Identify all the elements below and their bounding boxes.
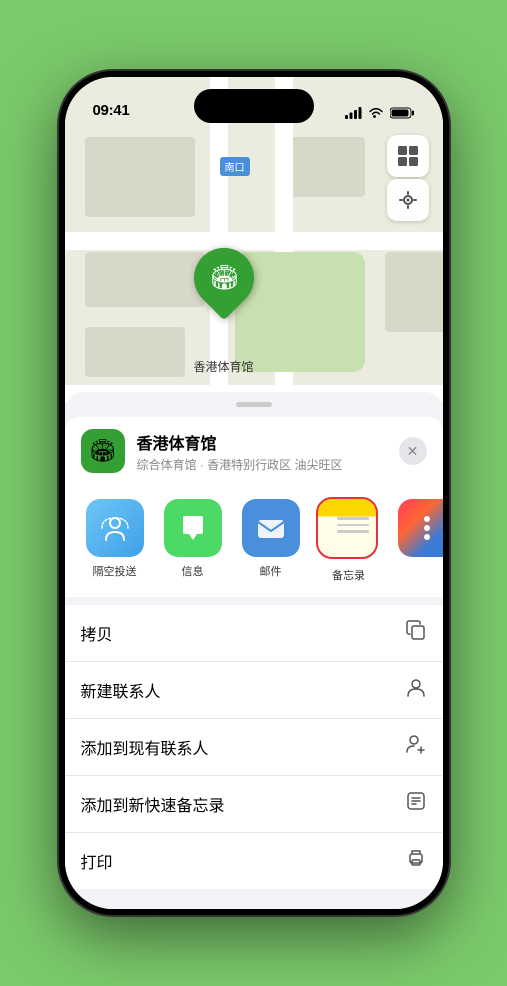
venue-icon: 🏟 bbox=[81, 429, 125, 473]
quick-note-label: 添加到新快速备忘录 bbox=[81, 792, 225, 816]
share-row: 隔空投送 信息 bbox=[65, 485, 443, 597]
quick-note-icon bbox=[405, 790, 427, 818]
mail-label: 邮件 bbox=[260, 563, 282, 579]
phone-frame: 09:41 bbox=[59, 71, 449, 915]
status-icons bbox=[345, 107, 415, 119]
map-controls bbox=[387, 135, 429, 221]
share-mail[interactable]: 邮件 bbox=[237, 499, 305, 583]
notes-label: 备忘录 bbox=[332, 567, 365, 583]
airdrop-icon bbox=[86, 499, 144, 557]
venue-info-row: 🏟 香港体育馆 综合体育馆 · 香港特别行政区 油尖旺区 ✕ bbox=[65, 417, 443, 485]
action-quick-note[interactable]: 添加到新快速备忘录 bbox=[65, 776, 443, 833]
add-contact-label: 添加到现有联系人 bbox=[81, 735, 209, 759]
more-icon bbox=[398, 499, 443, 557]
action-copy[interactable]: 拷贝 bbox=[65, 605, 443, 662]
status-time: 09:41 bbox=[93, 102, 130, 119]
share-airdrop[interactable]: 隔空投送 bbox=[81, 499, 149, 583]
add-contact-icon bbox=[405, 733, 427, 761]
airdrop-label: 隔空投送 bbox=[93, 563, 137, 579]
new-contact-icon bbox=[405, 676, 427, 704]
map-view-toggle[interactable] bbox=[387, 135, 429, 177]
print-icon bbox=[405, 847, 427, 875]
copy-label: 拷贝 bbox=[81, 621, 113, 645]
action-print[interactable]: 打印 bbox=[65, 833, 443, 889]
sheet-handle bbox=[236, 402, 272, 407]
pin-label: 香港体育馆 bbox=[194, 358, 254, 375]
copy-icon bbox=[405, 619, 427, 647]
wifi-icon bbox=[368, 107, 384, 119]
share-more[interactable] bbox=[393, 499, 443, 583]
action-new-contact[interactable]: 新建联系人 bbox=[65, 662, 443, 719]
new-contact-label: 新建联系人 bbox=[81, 678, 161, 702]
share-messages[interactable]: 信息 bbox=[159, 499, 227, 583]
share-notes[interactable]: 备忘录 bbox=[315, 499, 383, 583]
venue-name: 香港体育馆 bbox=[137, 430, 399, 454]
bottom-sheet: 🏟 香港体育馆 综合体育馆 · 香港特别行政区 油尖旺区 ✕ bbox=[65, 392, 443, 909]
venue-pin: 🏟 香港体育馆 bbox=[194, 262, 254, 375]
map-label: 南口 bbox=[220, 157, 250, 176]
venue-text: 香港体育馆 综合体育馆 · 香港特别行政区 油尖旺区 bbox=[137, 430, 399, 473]
action-list: 拷贝 新建联系人 bbox=[65, 605, 443, 889]
phone-screen: 09:41 bbox=[65, 77, 443, 909]
messages-label: 信息 bbox=[182, 563, 204, 579]
close-button[interactable]: ✕ bbox=[399, 437, 427, 465]
location-btn[interactable] bbox=[387, 179, 429, 221]
signal-icon bbox=[345, 107, 362, 119]
venue-subtitle: 综合体育馆 · 香港特别行政区 油尖旺区 bbox=[137, 456, 399, 473]
notes-icon-inner bbox=[318, 499, 376, 557]
dynamic-island bbox=[194, 89, 314, 123]
battery-icon bbox=[390, 107, 415, 119]
action-add-contact[interactable]: 添加到现有联系人 bbox=[65, 719, 443, 776]
print-label: 打印 bbox=[81, 849, 113, 873]
mail-icon bbox=[242, 499, 300, 557]
messages-icon bbox=[164, 499, 222, 557]
more-dots bbox=[424, 516, 430, 540]
